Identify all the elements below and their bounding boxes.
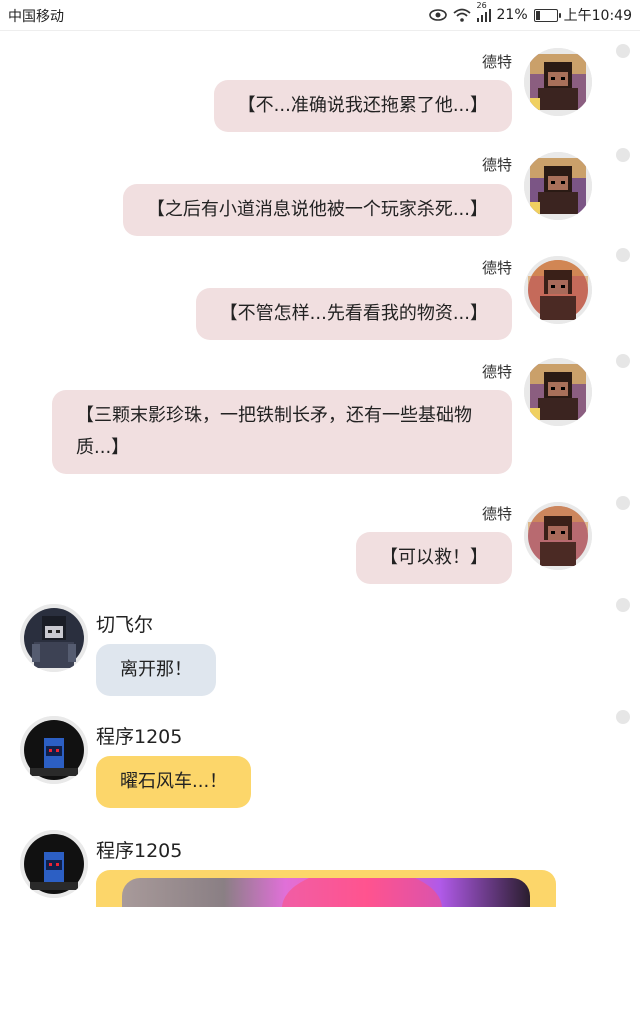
message-bubble[interactable]: 【可以救！】 [356, 532, 512, 584]
read-indicator [616, 44, 630, 58]
avatar[interactable] [20, 830, 88, 898]
message-image[interactable] [122, 878, 530, 907]
avatar[interactable] [524, 256, 592, 324]
sender-name: 程序1205 [96, 840, 183, 862]
read-indicator [616, 148, 630, 162]
carrier-name: 中国移动 [8, 9, 64, 25]
wifi-icon [452, 8, 471, 22]
sender-name: 德特 [481, 363, 512, 381]
message-bubble[interactable]: 【之后有小道消息说他被一个玩家杀死...】 [122, 184, 512, 236]
signal-icon: 26 [476, 1, 491, 22]
message-bubble[interactable]: 【不管怎样...先看看我的物资...】 [195, 288, 512, 340]
chat-list[interactable]: 德特 【不...准确说我还拖累了他...】 德特 【之后有小道消息说他被一个玩家… [0, 30, 640, 907]
avatar[interactable] [524, 358, 592, 426]
read-indicator [616, 710, 630, 724]
avatar[interactable] [20, 716, 88, 784]
avatar[interactable] [524, 48, 592, 116]
avatar[interactable] [524, 152, 592, 220]
message-bubble[interactable]: 离开那！ [96, 644, 216, 696]
clock: 上午10:49 [563, 8, 632, 24]
read-indicator [616, 354, 630, 368]
sender-name: 切飞尔 [96, 614, 154, 636]
avatar[interactable] [524, 502, 592, 570]
read-indicator [616, 248, 630, 262]
eye-icon [428, 9, 447, 21]
sender-name: 德特 [481, 156, 512, 174]
status-icons: 26 21% 上午10:49 [428, 1, 632, 25]
message-bubble[interactable]: 曜石风车...！ [96, 756, 252, 808]
sender-name: 德特 [481, 505, 512, 523]
battery-percent: 21% [496, 7, 528, 23]
sender-name: 德特 [481, 53, 512, 71]
battery-icon [533, 8, 561, 22]
message-bubble[interactable]: 【不...准确说我还拖累了他...】 [213, 80, 512, 132]
message-bubble[interactable]: 【三颗末影珍珠，一把铁制长矛，还有一些基础物质...】 [52, 390, 512, 474]
status-bar: 中国移动 26 21% 上午10:49 [0, 0, 640, 31]
bottom-blank-area [0, 907, 640, 1024]
image-message[interactable] [96, 870, 556, 907]
sender-name: 程序1205 [96, 726, 183, 748]
sender-name: 德特 [481, 259, 512, 277]
read-indicator [616, 598, 630, 612]
signal-label: 26 [476, 1, 487, 10]
read-indicator [616, 496, 630, 510]
avatar[interactable] [20, 604, 88, 672]
